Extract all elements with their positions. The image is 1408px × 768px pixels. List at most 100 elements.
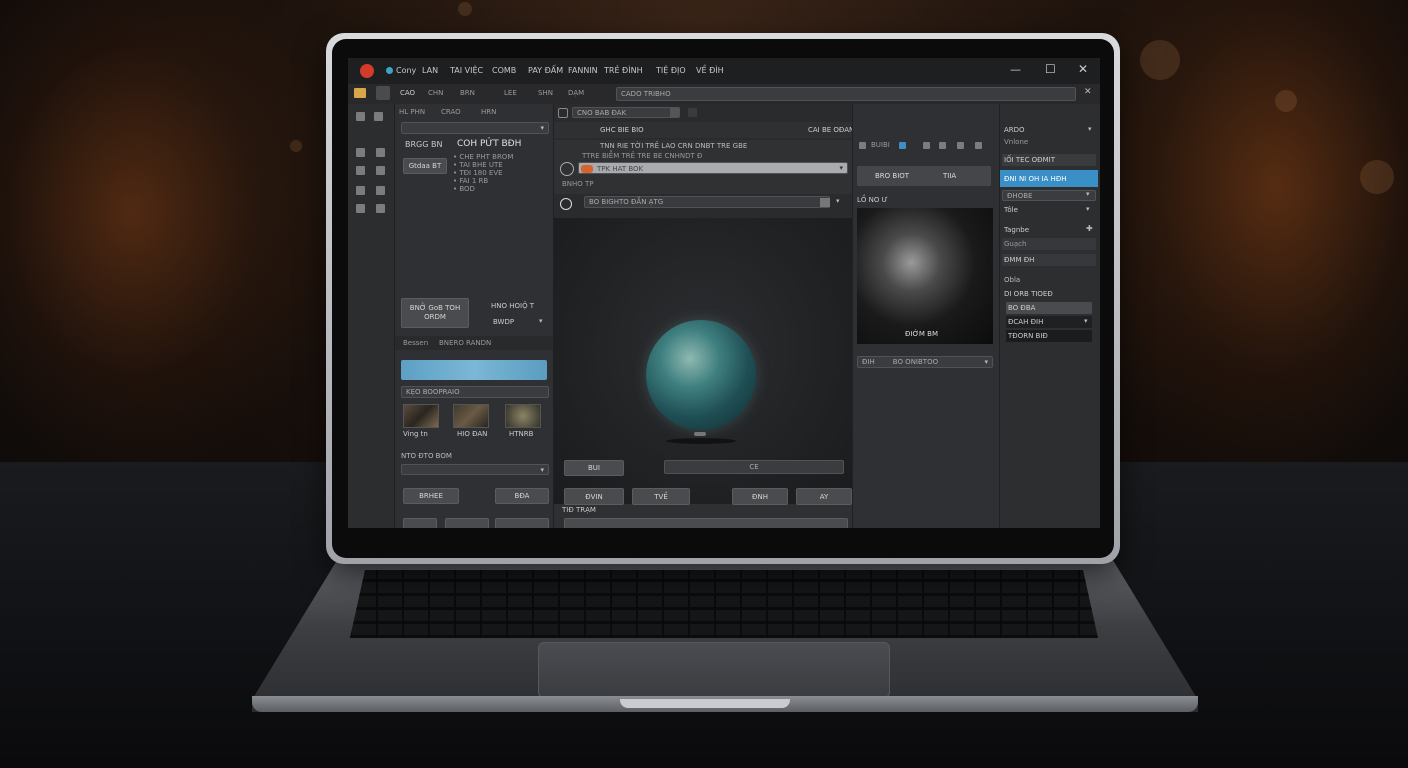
left-action-button[interactable]: Gtdaa BT bbox=[403, 158, 447, 174]
right-row[interactable]: IỐI TEC OĐMIT bbox=[1002, 154, 1096, 166]
tool-icon[interactable] bbox=[374, 112, 383, 121]
tool-icon[interactable] bbox=[376, 186, 385, 195]
chevron-down-icon[interactable]: ▾ bbox=[1088, 125, 1092, 133]
preview-tool-icon[interactable] bbox=[939, 142, 946, 149]
add-icon[interactable]: ✚ bbox=[1086, 224, 1093, 233]
left-btn-a[interactable]: BRHEE bbox=[403, 488, 459, 504]
bottom-field[interactable]: CE bbox=[664, 460, 844, 474]
preview-tool-icon[interactable] bbox=[957, 142, 964, 149]
bottom-btn-c[interactable]: TVỀ bbox=[632, 488, 690, 505]
preview-tool-icon[interactable] bbox=[975, 142, 982, 149]
right-active-item[interactable]: ĐNI NI OH IA HĐH bbox=[1000, 170, 1098, 187]
menu-item-6[interactable]: FANNIN bbox=[568, 66, 598, 75]
thumbnail-3[interactable] bbox=[505, 404, 541, 428]
preview-tool-icon[interactable] bbox=[859, 142, 866, 149]
preview-image[interactable]: ĐIỚM BM bbox=[857, 208, 993, 344]
folder-icon[interactable] bbox=[354, 88, 366, 98]
tool-icon[interactable] bbox=[376, 166, 385, 175]
toolbar-item-4[interactable]: LEE bbox=[504, 89, 517, 97]
toolbar-item-2[interactable]: CHN bbox=[428, 89, 443, 97]
right-row[interactable]: ĐMM ĐH bbox=[1002, 254, 1096, 266]
right-select-a[interactable]: ĐHOBE bbox=[1002, 190, 1096, 201]
left-section-select[interactable]: ▾ bbox=[401, 464, 549, 475]
left-btn-d[interactable] bbox=[445, 518, 489, 528]
bottom-btn-e[interactable]: AY bbox=[796, 488, 852, 505]
chevron-down-icon: ▾ bbox=[839, 164, 843, 172]
left-btn-b[interactable]: BĐA bbox=[495, 488, 549, 504]
left-btn-e[interactable] bbox=[495, 518, 549, 528]
note-line: • TAI BHE UTE bbox=[453, 161, 503, 169]
secondary-dropdown-icon[interactable] bbox=[820, 198, 830, 207]
path-field[interactable]: CNO BAB ĐAK bbox=[572, 107, 680, 118]
clock-icon[interactable] bbox=[560, 162, 574, 176]
primary-select[interactable]: TPK HAT BOK ▾ bbox=[578, 162, 848, 174]
search-input[interactable]: CADO TRIBHO bbox=[616, 87, 1076, 101]
left-side-text-b[interactable]: BWDP bbox=[493, 318, 514, 326]
secondary-select[interactable]: BO BIGHTO ĐẮN ẠTG bbox=[584, 196, 830, 208]
left-primary-button[interactable]: BNỞ GoB TOH ORDM bbox=[401, 298, 469, 328]
tool-icon[interactable] bbox=[376, 148, 385, 157]
menu-item-file[interactable]: Cony bbox=[396, 66, 416, 75]
left-btn-c[interactable] bbox=[403, 518, 437, 528]
right-list-item[interactable]: BO ĐBA bbox=[1006, 302, 1092, 314]
tool-icon[interactable] bbox=[356, 112, 365, 121]
bottom-btn-a[interactable]: BUI bbox=[564, 460, 624, 476]
preview-tool-icon[interactable] bbox=[923, 142, 930, 149]
sub-tab-b[interactable]: BNERO RANDN bbox=[439, 339, 491, 347]
toolbar-item-6[interactable]: DẠM bbox=[568, 89, 584, 97]
bottom-btn-b[interactable]: ĐVIN bbox=[564, 488, 624, 505]
sub-tabs: Bessen BNERO RANDN bbox=[395, 336, 553, 350]
tool-icon[interactable] bbox=[356, 166, 365, 175]
preview-select[interactable]: ĐIH BO ONIBTOO ▾ bbox=[857, 356, 993, 368]
menu-item-7[interactable]: TRẺ ĐÌNH bbox=[604, 66, 643, 75]
menu-item-3[interactable]: TAI VIỆC bbox=[450, 66, 483, 75]
menu-item-5[interactable]: PAY ĐẤM bbox=[528, 66, 563, 75]
menu-item-9[interactable]: VỀ ĐÌH bbox=[696, 66, 724, 75]
right-item[interactable]: Tôle bbox=[1004, 206, 1018, 214]
preview-title: LỒ NO Ư bbox=[857, 196, 888, 204]
tool-icon[interactable] bbox=[376, 204, 385, 213]
chevron-down-icon[interactable]: ▾ bbox=[836, 197, 840, 205]
minimize-icon[interactable]: — bbox=[1010, 63, 1021, 76]
right-row[interactable]: Guạch bbox=[1002, 238, 1096, 250]
chevron-down-icon[interactable]: ▾ bbox=[539, 317, 543, 325]
planet-sphere-render[interactable] bbox=[646, 320, 756, 430]
right-list-item[interactable]: ĐCAH ĐIH ▾ bbox=[1006, 316, 1092, 328]
thumbnail-2[interactable] bbox=[453, 404, 489, 428]
bottom-btn-d[interactable]: ĐNH bbox=[732, 488, 788, 505]
layout-icon[interactable] bbox=[376, 86, 390, 100]
left-filter-select[interactable]: ▾ bbox=[401, 122, 549, 134]
sub-tab-a[interactable]: Bessen bbox=[403, 339, 428, 347]
chevron-down-icon[interactable]: ▾ bbox=[1086, 190, 1090, 198]
thumbnail-1[interactable] bbox=[403, 404, 439, 428]
left-tab-b[interactable]: CRAO bbox=[441, 108, 461, 116]
tool-icon[interactable] bbox=[356, 204, 365, 213]
maximize-icon[interactable]: ☐ bbox=[1045, 62, 1056, 76]
color-swatch-bar[interactable] bbox=[401, 360, 547, 380]
toolbar-item-3[interactable]: BRN bbox=[460, 89, 475, 97]
menu-item-4[interactable]: COMB bbox=[492, 66, 516, 75]
menu-item-8[interactable]: TIỆ ĐỊO bbox=[656, 66, 686, 75]
tool-icon[interactable] bbox=[356, 148, 365, 157]
left-tab-a[interactable]: HL PHN bbox=[399, 108, 425, 116]
laptop-notch bbox=[620, 699, 790, 708]
path-dropdown-icon[interactable] bbox=[670, 108, 679, 117]
left-tab-c[interactable]: HRN bbox=[481, 108, 496, 116]
left-preset-select[interactable]: KẸO BOOPRAIO bbox=[401, 386, 549, 398]
preview-tool-icon[interactable] bbox=[899, 142, 906, 149]
close-search-icon[interactable]: ✕ bbox=[1084, 87, 1092, 97]
bottom-scrollbar[interactable] bbox=[564, 518, 848, 528]
right-list-item[interactable]: TĐORN BIĐ bbox=[1006, 330, 1092, 342]
close-icon[interactable]: ✕ bbox=[1078, 62, 1088, 76]
toolbar-item-1[interactable]: CAO bbox=[400, 89, 415, 97]
nav-icon[interactable] bbox=[558, 108, 568, 118]
chevron-down-icon[interactable]: ▾ bbox=[1086, 205, 1090, 213]
toolbar-item-5[interactable]: SHN bbox=[538, 89, 553, 97]
path-extra-icon[interactable] bbox=[688, 108, 697, 117]
radio-icon[interactable] bbox=[560, 198, 572, 210]
tool-icon[interactable] bbox=[356, 186, 365, 195]
pivot-handle[interactable] bbox=[694, 432, 706, 436]
menu-item-2[interactable]: LAN bbox=[422, 66, 438, 75]
preview-tab-b[interactable]: TIIA bbox=[943, 172, 956, 180]
preview-tab-a[interactable]: BRO BIOT bbox=[875, 172, 909, 180]
